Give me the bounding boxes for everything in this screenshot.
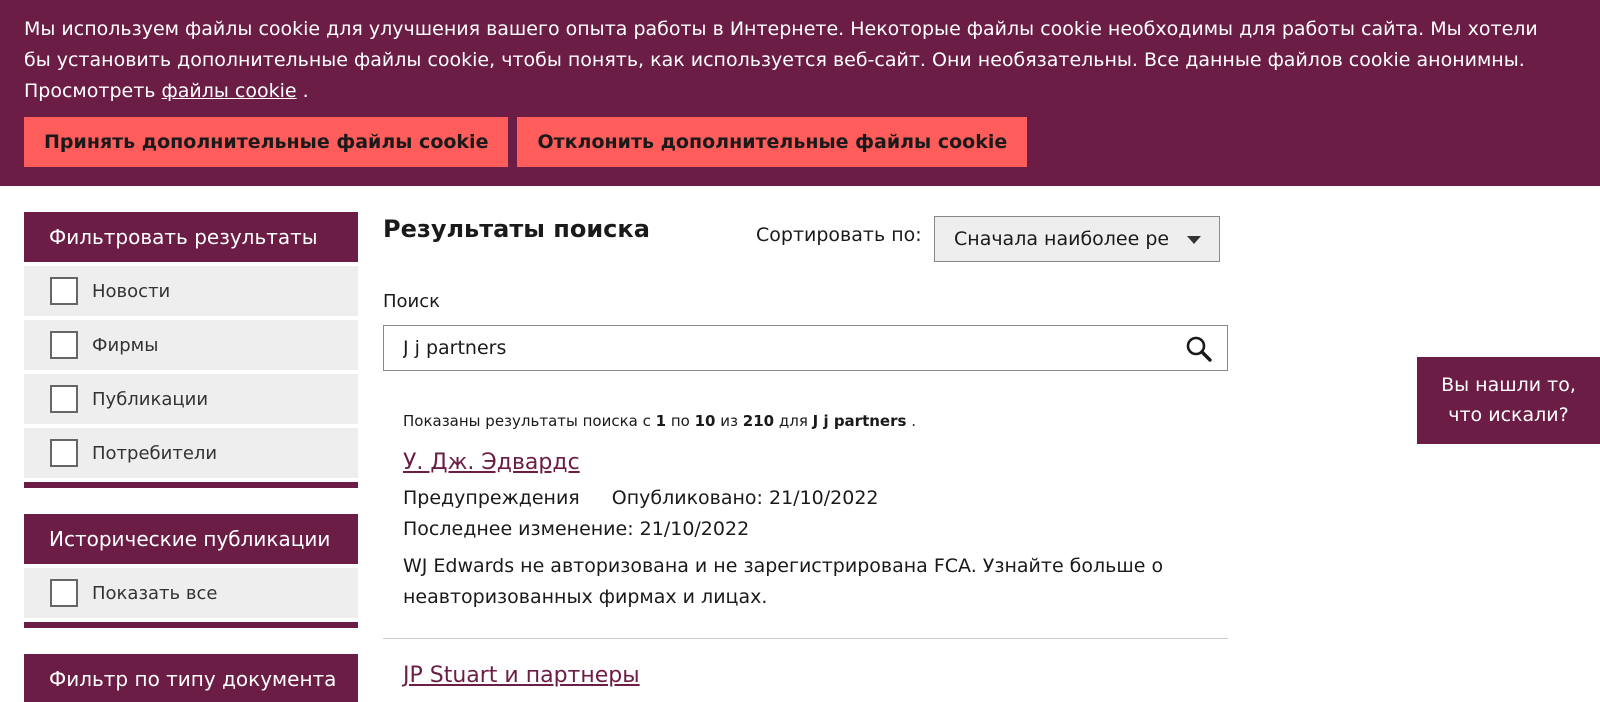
- filter-results-header: Фильтровать результаты: [24, 212, 358, 262]
- result-item: У. Дж. Эдвардс Предупреждения Опубликован…: [403, 450, 1208, 613]
- firms-checkbox[interactable]: [50, 331, 78, 359]
- result-type: Предупреждения: [403, 487, 580, 509]
- filter-label: Показать все: [92, 582, 218, 604]
- summary-to: 10: [694, 412, 716, 430]
- summary-total: 210: [742, 412, 775, 430]
- filter-news[interactable]: Новости: [24, 266, 358, 316]
- chevron-down-icon: [1187, 236, 1201, 244]
- search-input[interactable]: [384, 326, 1144, 370]
- filter-label: Публикации: [92, 388, 209, 410]
- document-type-filter-header[interactable]: Фильтр по типу документа: [24, 654, 358, 702]
- show-all-checkbox[interactable]: [50, 579, 78, 607]
- result-meta: Предупреждения Опубликовано: 21/10/2022 П…: [403, 483, 1208, 545]
- publications-checkbox[interactable]: [50, 385, 78, 413]
- search-icon[interactable]: [1185, 335, 1213, 363]
- cookie-banner: Мы используем файлы cookie для улучшения…: [0, 0, 1600, 186]
- search-label: Поиск: [383, 291, 441, 312]
- sort-select[interactable]: Сначала наиболее ре: [934, 216, 1220, 262]
- filter-sidebar: Фильтровать результаты Новости Фирмы Пуб…: [24, 212, 358, 702]
- filter-publications[interactable]: Публикации: [24, 374, 358, 424]
- filter-label: Потребители: [92, 442, 218, 464]
- accept-cookies-button[interactable]: Принять дополнительные файлы cookie: [24, 117, 509, 167]
- summary-to-word: по: [670, 412, 690, 430]
- filter-show-all[interactable]: Показать все: [24, 568, 358, 618]
- summary-suffix: .: [911, 412, 916, 430]
- feedback-line: Вы нашли то,: [1441, 374, 1576, 396]
- summary-query: J j partners: [812, 412, 907, 430]
- result-divider: [383, 638, 1228, 639]
- result-description: WJ Edwards не авторизована и не зарегист…: [403, 555, 1164, 608]
- cookie-text-end: .: [302, 80, 309, 102]
- summary-from: 1: [655, 412, 667, 430]
- news-checkbox[interactable]: [50, 277, 78, 305]
- cookie-policy-link[interactable]: файлы cookie: [162, 80, 297, 102]
- sort-label: Сортировать по:: [756, 224, 922, 246]
- feedback-line: что искали?: [1448, 404, 1569, 426]
- filter-label: Новости: [92, 280, 171, 302]
- results-summary: Показаны результаты поиска с 1 по 10 из …: [403, 412, 916, 430]
- reject-cookies-button[interactable]: Отклонить дополнительные файлы cookie: [517, 117, 1028, 167]
- historical-publications-header: Исторические публикации: [24, 514, 358, 564]
- filter-firms[interactable]: Фирмы: [24, 320, 358, 370]
- filter-label: Фирмы: [92, 334, 159, 356]
- result-title-link[interactable]: У. Дж. Эдвардс: [403, 450, 580, 475]
- result-published: Опубликовано: 21/10/2022: [611, 487, 879, 509]
- summary-of-word: из: [720, 412, 739, 430]
- summary-prefix: Показаны результаты поиска с: [403, 412, 651, 430]
- result-item: JP Stuart и партнеры: [403, 663, 1208, 688]
- feedback-tab[interactable]: Вы нашли то, что искали?: [1417, 357, 1600, 444]
- result-modified: Последнее изменение: 21/10/2022: [403, 518, 750, 540]
- result-title-link[interactable]: JP Stuart и партнеры: [403, 663, 640, 688]
- cookie-actions: Принять дополнительные файлы cookie Откл…: [24, 117, 1028, 167]
- page-title: Результаты поиска: [383, 215, 650, 243]
- cookie-message: Мы используем файлы cookie для улучшения…: [24, 14, 1544, 107]
- consumers-checkbox[interactable]: [50, 439, 78, 467]
- sort-selected-value: Сначала наиболее ре: [954, 228, 1170, 250]
- search-box: [383, 325, 1228, 371]
- filter-consumers[interactable]: Потребители: [24, 428, 358, 478]
- summary-for-word: для: [778, 412, 808, 430]
